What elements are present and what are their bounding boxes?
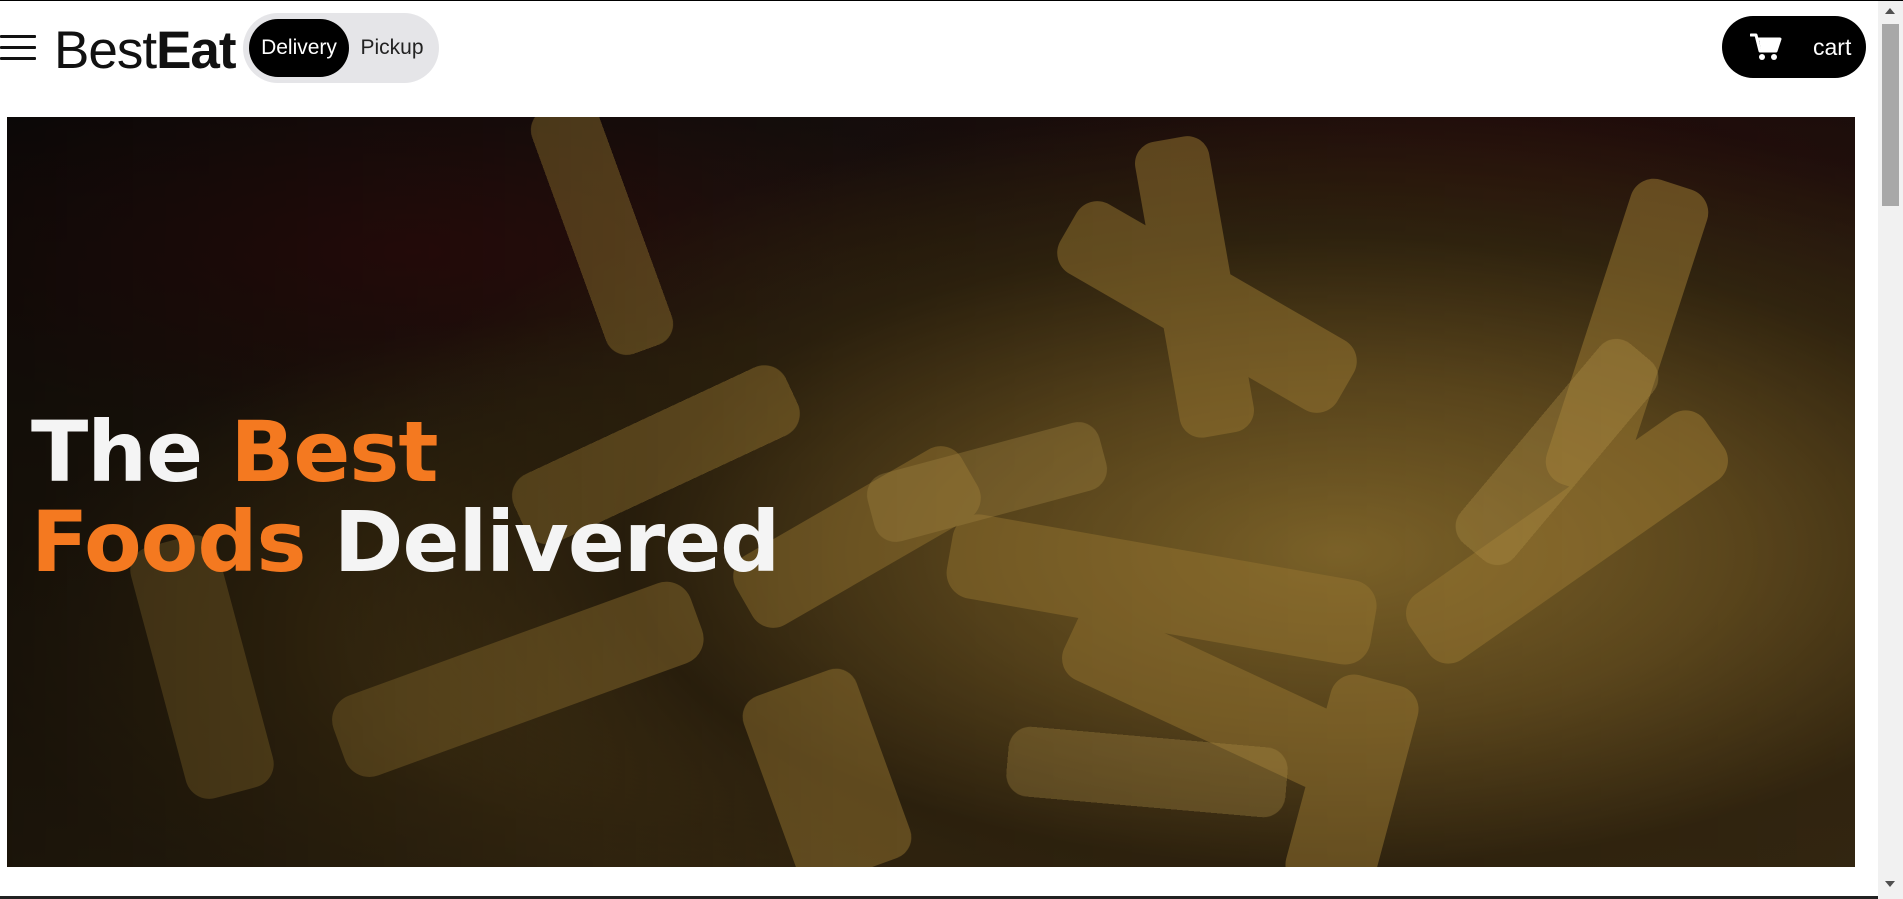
scroll-thumb[interactable] <box>1882 24 1899 206</box>
brand-logo[interactable]: BestEat <box>54 21 237 81</box>
cart-label: cart <box>1813 34 1852 60</box>
hero-headline-foods: Foods <box>31 493 307 591</box>
delivery-option-button[interactable]: Delivery <box>249 19 349 77</box>
hamburger-menu-icon[interactable] <box>0 31 36 65</box>
delivery-pickup-toggle: Delivery Pickup <box>243 13 439 83</box>
cart-button[interactable]: cart <box>1722 16 1866 78</box>
scroll-down-arrow-icon[interactable] <box>1885 881 1895 887</box>
site-header: BestEat Delivery Pickup cart <box>0 1 1878 115</box>
logo-text-bold: Eat <box>156 21 236 80</box>
hero-headline-the: The <box>31 403 231 501</box>
pickup-option-button[interactable]: Pickup <box>349 19 435 77</box>
shopping-cart-icon <box>1750 33 1782 60</box>
hero-headline-best: Best <box>230 403 438 501</box>
hero-headline-delivered: Delivered <box>305 493 781 591</box>
hero-headline: The Best Foods Delivered <box>31 407 780 587</box>
page-scrollbar[interactable] <box>1878 1 1903 899</box>
scroll-up-arrow-icon[interactable] <box>1885 8 1895 14</box>
hero-banner: The Best Foods Delivered <box>7 117 1855 867</box>
logo-text-light: Best <box>54 21 157 80</box>
